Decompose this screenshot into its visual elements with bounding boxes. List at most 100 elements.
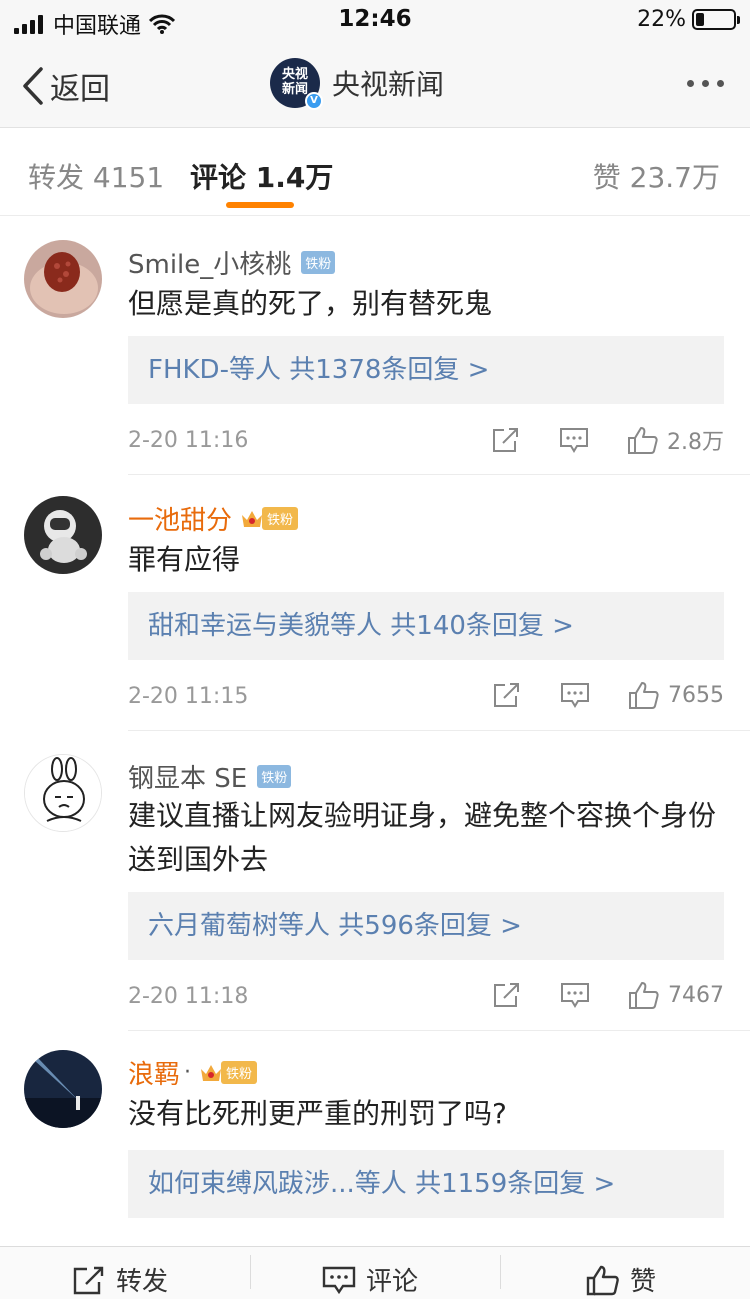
battery-level [696, 13, 704, 26]
share-button[interactable] [491, 426, 521, 454]
comment-text: 但愿是真的死了，别有替死鬼 [128, 287, 493, 320]
replies-people: FHKD-等人 [148, 355, 281, 385]
comment-author: 浪羁 · 铁粉 [128, 1054, 258, 1091]
share-icon [493, 428, 518, 452]
comment-text: 建议直播让网友验明证身，避免整个容换个身份送到国外去 [128, 799, 717, 876]
replies-count: 共1378条回复 > [289, 355, 490, 385]
replies-link[interactable]: 六月葡萄树等人 共596条回复 > [128, 892, 724, 960]
tab-like[interactable]: 赞 23.7万 [593, 156, 720, 196]
avatar[interactable] [24, 754, 102, 832]
like-button[interactable]: 赞 [586, 1261, 656, 1298]
like-button[interactable]: 7655 [628, 680, 724, 710]
share-button[interactable] [492, 981, 522, 1009]
reply-button[interactable] [560, 981, 590, 1009]
thumbs-up-icon [628, 427, 658, 454]
replies-link[interactable]: 甜和幸运与美貌等人 共140条回复 > [128, 592, 724, 660]
comment-actions: 7655 [492, 680, 724, 710]
share-button[interactable] [492, 681, 522, 709]
divider [500, 1255, 501, 1289]
account-name: 央视新闻 [332, 68, 445, 101]
comment-time: 2-20 11:16 [128, 428, 249, 453]
nav-bar: 返回 央视新闻 V 央视新闻 [0, 42, 750, 128]
divider [250, 1255, 251, 1289]
comment-item: 浪羁 · 铁粉 没有比死刑更严重的刑罚了吗? 如何束缚风跋涉...等人 共115… [0, 1050, 750, 1246]
bottom-action-bar: 转发 评论 赞 [0, 1246, 750, 1299]
like-count: 7467 [668, 982, 724, 1008]
like-button[interactable]: 2.8万 [627, 424, 724, 456]
comment-text: 没有比死刑更严重的刑罚了吗? [128, 1097, 507, 1130]
replies-count: 共1159条回复 > [415, 1169, 616, 1199]
rabbit-avatar-image [25, 755, 101, 831]
like-label: 赞 [630, 1267, 657, 1297]
tab-like-count: 23.7万 [629, 161, 720, 194]
account-header[interactable]: 央视新闻 V 央视新闻 [270, 58, 445, 110]
fan-badge: 铁粉 [240, 507, 299, 530]
back-label: 返回 [50, 72, 110, 107]
comment-item: 钢显本 SE 铁粉 建议直播让网友验明证身，避免整个容换个身份送到国外去 六月葡… [0, 754, 750, 1032]
share-icon [494, 683, 519, 707]
astronaut-avatar-image [24, 496, 102, 574]
back-button[interactable]: 返回 [22, 64, 110, 108]
repost-icon [73, 1266, 104, 1294]
comment-author: 钢显本 SE 铁粉 [128, 758, 292, 795]
chevron-left-icon [23, 67, 43, 105]
avatar[interactable] [24, 1050, 102, 1128]
more-icon[interactable] [687, 80, 724, 87]
comment-label: 评论 [366, 1267, 419, 1297]
crown-icon [201, 1064, 222, 1081]
like-button[interactable]: 7467 [628, 980, 724, 1010]
tab-bar: 转发 4151 评论 1.4万 赞 23.7万 [0, 128, 750, 216]
battery-percent: 22% [637, 7, 686, 32]
username[interactable]: 一池甜分 [128, 500, 232, 537]
fan-badge-label: 铁粉 [221, 1061, 258, 1084]
avatar[interactable] [24, 496, 102, 574]
replies-link[interactable]: FHKD-等人 共1378条回复 > [128, 336, 724, 404]
replies-link[interactable]: 如何束缚风跋涉...等人 共1159条回复 > [128, 1150, 724, 1218]
thumbs-up-icon [586, 1265, 619, 1295]
tab-comment[interactable]: 评论 1.4万 [190, 156, 333, 196]
divider [128, 730, 750, 731]
username[interactable]: 浪羁 [128, 1054, 180, 1091]
like-count: 7655 [668, 682, 724, 708]
avatar[interactable] [24, 240, 102, 318]
comment-item: 一池甜分 铁粉 罪有应得 甜和幸运与美貌等人 共140条回复 > 2-20 11… [0, 496, 750, 732]
like-count: 2.8万 [667, 430, 724, 455]
comment-icon [561, 983, 589, 1008]
tab-repost-count: 4151 [92, 161, 165, 194]
tab-repost[interactable]: 转发 4151 [28, 156, 164, 196]
comment-actions: 7467 [492, 980, 724, 1010]
reply-button[interactable] [560, 681, 590, 709]
thumbs-up-icon [629, 682, 659, 709]
comment-meta: 2-20 11:16 2.8万 [128, 427, 724, 458]
replies-count: 共596条回复 > [338, 911, 522, 941]
battery-icon [692, 9, 740, 30]
username[interactable]: Smile_小核桃 [128, 244, 291, 281]
repost-label: 转发 [116, 1267, 169, 1297]
comment-meta: 2-20 11:15 7655 [128, 682, 724, 714]
comment-time: 2-20 11:15 [128, 684, 249, 709]
comment-icon [561, 683, 589, 708]
comment-meta: 2-20 11:18 7467 [128, 982, 724, 1014]
repost-button[interactable]: 转发 [72, 1261, 168, 1298]
crown-icon [242, 510, 263, 527]
walnut-avatar-image [24, 240, 102, 318]
tab-comment-label: 评论 [190, 161, 247, 194]
fan-badge-label: 铁粉 [262, 507, 299, 530]
comment-actions: 2.8万 [491, 424, 724, 456]
status-bar: 中国联通 12:46 22% [0, 0, 750, 42]
night-sky-avatar-image [24, 1050, 102, 1128]
fan-badge: 铁粉 [199, 1061, 258, 1084]
tab-repost-label: 转发 [28, 161, 85, 194]
comment-icon [560, 428, 588, 453]
status-right: 22% [637, 7, 740, 32]
tab-like-label: 赞 [592, 161, 621, 194]
comment-icon [322, 1266, 356, 1294]
active-tab-indicator [226, 202, 294, 208]
account-avatar[interactable]: 央视新闻 V [270, 58, 323, 110]
replies-people: 甜和幸运与美貌等人 [148, 611, 383, 641]
reply-button[interactable] [559, 426, 589, 454]
avatar-text: 央视新闻 [281, 67, 308, 97]
comment-button[interactable]: 评论 [322, 1261, 418, 1298]
username[interactable]: 钢显本 SE [128, 758, 247, 795]
comment-author: 一池甜分 铁粉 [128, 500, 299, 537]
